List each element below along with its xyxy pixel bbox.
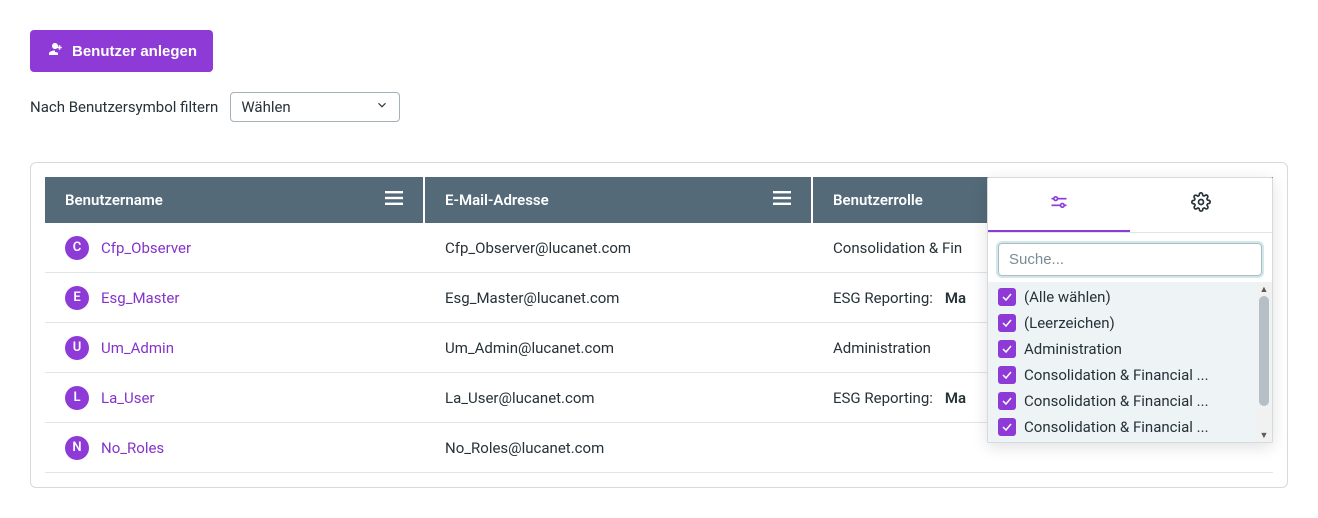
cell-email: Esg_Master@lucanet.com [425,277,813,319]
filter-option[interactable]: Consolidation & Financial ... [988,362,1272,388]
column-header-label: E-Mail-Adresse [445,191,549,209]
checkbox-checked-icon[interactable] [998,288,1016,306]
chevron-down-icon [375,98,389,116]
scroll-thumb[interactable] [1259,296,1269,406]
usersymbol-select[interactable]: Wählen [230,92,400,122]
filter-tab-filter[interactable] [988,178,1130,232]
checkbox-checked-icon[interactable] [998,340,1016,358]
filter-option[interactable]: Consolidation & Financial ... [988,388,1272,414]
cell-email: La_User@lucanet.com [425,377,813,419]
filter-tab-settings[interactable] [1130,178,1272,232]
role-filter-popup: (Alle wählen) (Leerzeichen) Administration… [987,177,1273,443]
checkbox-checked-icon[interactable] [998,418,1016,436]
sliders-icon [1049,192,1069,216]
column-menu-icon[interactable] [385,191,403,209]
checkbox-checked-icon[interactable] [998,366,1016,384]
filter-option-label: Consolidation & Financial ... [1024,366,1262,384]
filter-by-usersymbol-label: Nach Benutzersymbol filtern [30,98,218,116]
create-user-label: Benutzer anlegen [72,43,197,60]
cell-username[interactable]: N No_Roles [45,424,425,472]
create-user-button[interactable]: Benutzer anlegen [30,30,213,72]
avatar: N [65,436,89,460]
cell-email: No_Roles@lucanet.com [425,427,813,469]
column-header-label: Benutzername [65,191,163,209]
avatar: C [65,236,89,260]
cell-username[interactable]: C Cfp_Observer [45,224,425,272]
cell-username[interactable]: E Esg_Master [45,274,425,322]
avatar: U [65,336,89,360]
scrollbar[interactable]: ▲ ▼ [1257,282,1271,442]
cell-username[interactable]: L La_User [45,374,425,422]
cell-email: Cfp_Observer@lucanet.com [425,227,813,269]
select-value: Wählen [241,98,290,116]
scroll-down-arrow[interactable]: ▼ [1257,428,1271,442]
username-text: Cfp_Observer [101,239,191,257]
column-header-label: Benutzerrolle [833,191,923,209]
filter-options-list: (Alle wählen) (Leerzeichen) Administration… [988,282,1272,442]
filter-option-label: Consolidation & Financial ... [1024,392,1262,410]
cell-email: Um_Admin@lucanet.com [425,327,813,369]
filter-option[interactable]: Consolidation & Financial ... [988,414,1272,440]
filter-option-label: (Alle wählen) [1024,288,1262,306]
username-text: Um_Admin [101,339,174,357]
column-header-email[interactable]: E-Mail-Adresse [425,177,813,223]
filter-search-input[interactable] [998,243,1262,276]
filter-option[interactable]: (Leerzeichen) [988,310,1272,336]
avatar: E [65,286,89,310]
column-header-username[interactable]: Benutzername [45,177,425,223]
column-menu-icon[interactable] [773,191,791,209]
checkbox-checked-icon[interactable] [998,392,1016,410]
checkbox-checked-icon[interactable] [998,314,1016,332]
filter-option-label: Administration [1024,340,1262,358]
filter-option-label: (Leerzeichen) [1024,314,1262,332]
filter-option-label: Consolidation & Financial ... [1024,418,1262,436]
username-text: Esg_Master [101,289,179,307]
avatar: L [65,386,89,410]
cell-username[interactable]: U Um_Admin [45,324,425,372]
username-text: No_Roles [101,439,164,457]
username-text: La_User [101,389,155,407]
filter-option[interactable]: Administration [988,336,1272,362]
user-plus-icon [46,40,64,62]
scroll-up-arrow[interactable]: ▲ [1257,282,1271,296]
filter-option[interactable]: (Alle wählen) [988,284,1272,310]
gear-icon [1191,192,1211,216]
